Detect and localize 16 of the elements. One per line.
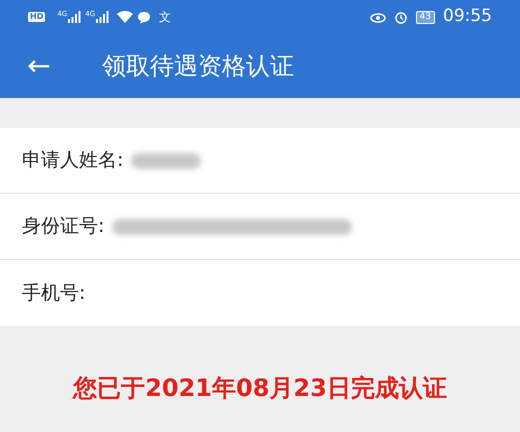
battery-indicator: 43 [416,10,435,24]
wifi-icon [117,11,134,23]
back-button[interactable]: ← [24,52,54,80]
signal-icon [67,11,82,23]
eye-icon [370,11,386,23]
hd-label: HD [28,12,46,22]
chat-bubble-icon [137,10,152,24]
page-title: 领取待遇资格认证 [102,51,294,82]
field-label: 申请人姓名: [22,148,124,174]
signal-icon [95,11,110,23]
alarm-icon [394,10,408,24]
field-label: 身份证号: [22,214,104,240]
status-message: 您已于2021年08月23日完成认证 [73,373,447,404]
field-label: 手机号: [22,280,86,306]
notification-glyph: 文 [159,9,172,26]
status-time: 09:55 [443,5,492,28]
